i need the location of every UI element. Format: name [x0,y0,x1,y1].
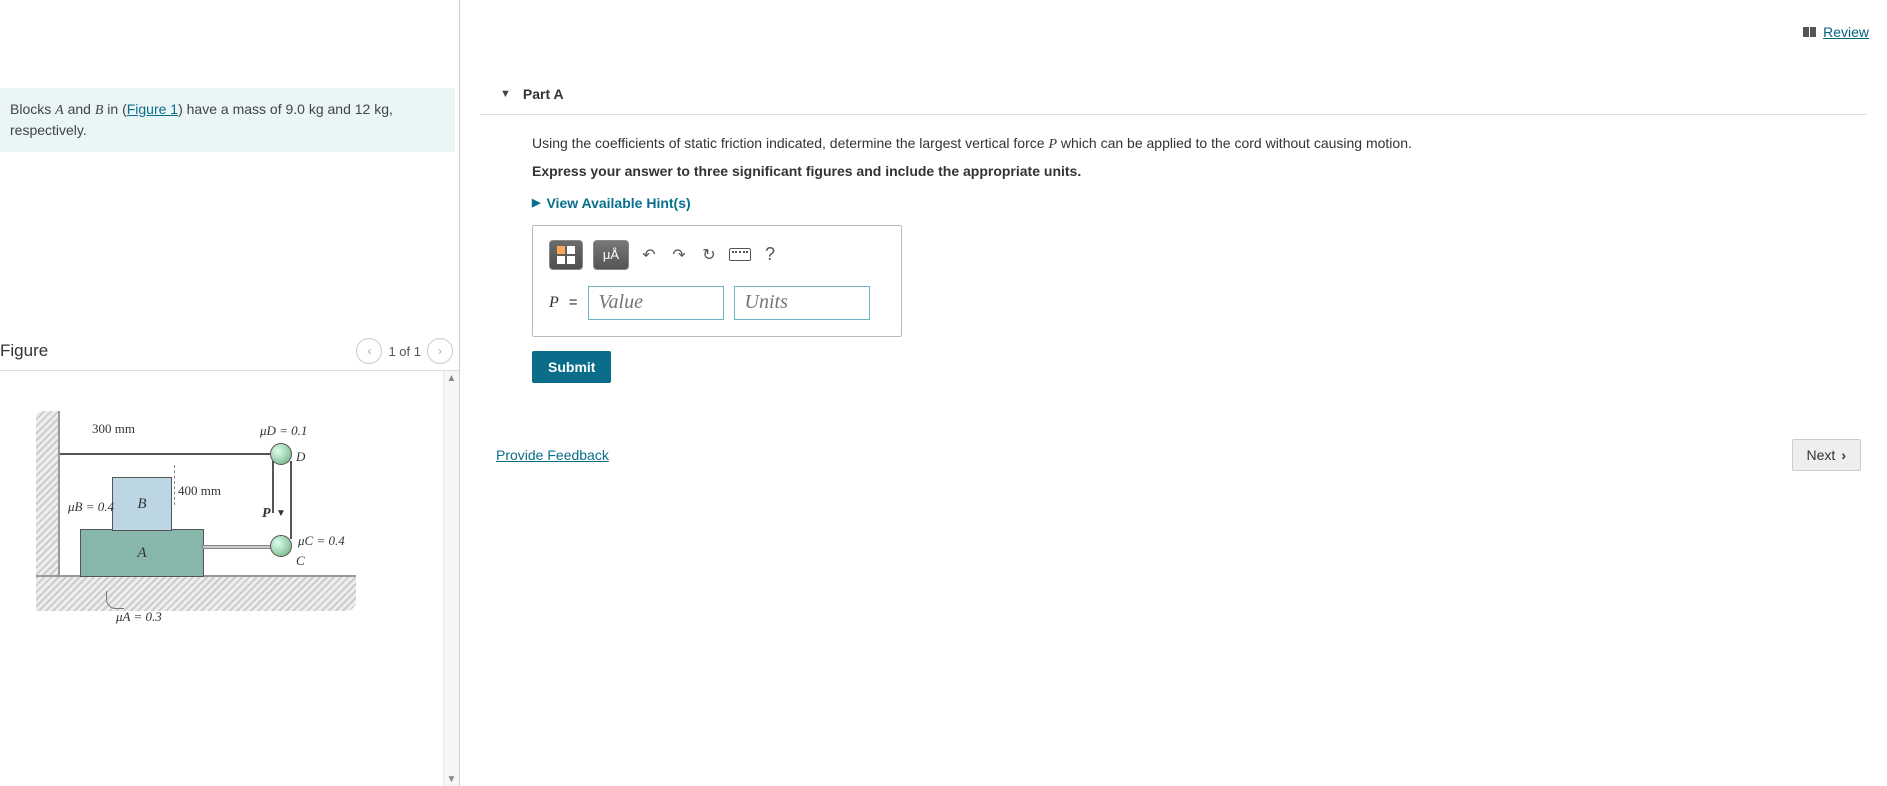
value-input[interactable] [588,286,724,320]
caret-down-icon: ▼ [500,88,511,100]
scroll-down-icon[interactable]: ▼ [445,772,459,786]
part-prompt: Using the coefficients of static frictio… [532,133,1867,155]
figure-block-a: A [80,529,204,577]
figure-nav: ‹ 1 of 1 › [356,338,453,364]
figure-floor [36,575,356,611]
left-panel: Blocks A and B in (Figure 1) have a mass… [0,0,460,786]
next-button[interactable]: Next › [1792,439,1861,471]
hints-toggle[interactable]: ▶ View Available Hint(s) [532,195,691,211]
submit-button[interactable]: Submit [532,351,611,383]
prompt-text: Using the coefficients of static frictio… [532,135,1048,151]
caret-right-icon: ▶ [532,196,540,209]
figure-body: A B P 300 mm 400 mm μD = 0.1 D μC = 0.4 … [0,371,459,786]
review-link[interactable]: Review [1803,24,1869,40]
figure-label-d: D [296,449,305,465]
part-header[interactable]: ▼ Part A [480,72,1867,115]
flag-icon [1803,27,1817,37]
chevron-right-icon: › [1841,447,1846,463]
figure-pulley-d [270,443,292,465]
figure-next-button[interactable]: › [427,338,453,364]
special-chars-button[interactable]: μÅ [593,240,629,270]
equals-sign: = [569,294,578,311]
scroll-up-icon[interactable]: ▲ [445,371,459,385]
help-button[interactable]: ? [765,244,775,265]
figure-block-b: B [112,477,172,531]
figure-force-p: P [262,506,271,522]
part-title: Part A [523,86,564,102]
figure-prev-button[interactable]: ‹ [356,338,382,364]
figure-rod [202,545,272,549]
redo-icon[interactable]: ↷ [669,245,689,265]
figure-mu-c: μC = 0.4 [298,533,345,549]
figure-leader [106,591,124,609]
prompt-text: which can be applied to the cord without… [1057,135,1412,151]
answer-input-row: P = [549,286,885,320]
answer-box: μÅ ↶ ↷ ↻ ? P = [532,225,902,337]
problem-intro: Blocks A and B in (Figure 1) have a mass… [0,88,455,152]
figure-title: Figure [0,341,48,361]
units-input[interactable] [734,286,870,320]
part-instruction: Express your answer to three significant… [532,163,1867,179]
figure-mu-a: μA = 0.3 [116,609,162,625]
intro-var-a: A [55,103,64,118]
intro-text: in ( [103,101,126,117]
intro-text: Blocks [10,101,55,117]
prompt-var: P [1048,137,1057,152]
figure-mu-b: μB = 0.4 [68,499,114,515]
reset-icon[interactable]: ↻ [699,245,719,265]
figure-label-c: C [296,553,305,569]
footer-row: Provide Feedback Next › [532,439,1867,471]
fraction-template-button[interactable] [549,240,583,270]
page-root: Blocks A and B in (Figure 1) have a mass… [0,0,1887,786]
answer-toolbar: μÅ ↶ ↷ ↻ ? [549,240,885,270]
figure-cord [60,453,274,455]
figure-cord [272,461,274,513]
figure-link[interactable]: Figure 1 [127,101,178,117]
feedback-link[interactable]: Provide Feedback [496,447,609,463]
answer-variable: P [549,294,559,312]
figure-header: Figure ‹ 1 of 1 › [0,332,459,371]
part-body: Using the coefficients of static frictio… [480,115,1867,471]
figure-dim-300: 300 mm [92,421,135,437]
figure-diagram: A B P 300 mm 400 mm μD = 0.1 D μC = 0.4 … [36,411,396,671]
figure-dim-line [174,465,175,505]
keyboard-icon[interactable] [729,248,751,261]
figure-mu-d: μD = 0.1 [260,423,307,439]
figure-cord [290,461,292,539]
figure-dim-400: 400 mm [178,483,221,499]
template-icon [557,246,575,264]
review-label: Review [1823,24,1869,40]
figure-scrollbar[interactable]: ▲ ▼ [443,371,459,786]
figure-counter: 1 of 1 [388,344,421,359]
hints-label: View Available Hint(s) [546,195,690,211]
right-panel: Review ▼ Part A Using the coefficients o… [460,0,1887,786]
next-label: Next [1807,447,1836,463]
figure-pulley-c [270,535,292,557]
intro-text: and [64,101,95,117]
undo-icon[interactable]: ↶ [639,245,659,265]
